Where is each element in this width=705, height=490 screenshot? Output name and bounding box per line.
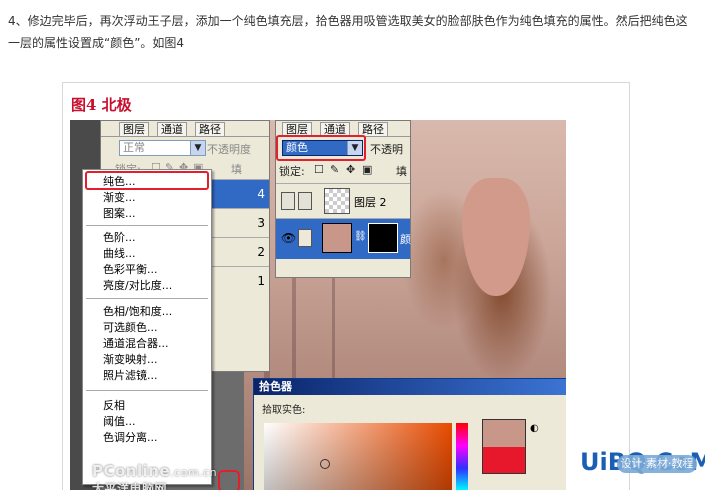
lock-brush-icon[interactable]: ✎ [330, 163, 339, 176]
visibility-toggle[interactable] [281, 192, 295, 210]
site-badge: 设计·素材·教程 [617, 455, 697, 473]
blend-mode-select[interactable]: 正常 ▼ [119, 140, 206, 156]
menu-item-hue-saturation[interactable]: 色相/饱和度... [103, 304, 172, 320]
layer-number: 3 [257, 216, 265, 230]
layer-number: 2 [257, 245, 265, 259]
intro-paragraph: 4、修边完毕后，再次浮动王子层，添加一个纯色填充层，拾色器用吸管选取美女的脸部肤… [8, 14, 688, 50]
menu-item-photo-filter[interactable]: 照片滤镜... [103, 368, 158, 384]
menu-item-channel-mixer[interactable]: 通道混合器... [103, 336, 169, 352]
lock-transparency-icon[interactable]: ☐ [314, 163, 324, 176]
dialog-title: 拾色器 [254, 379, 566, 395]
menu-separator [86, 390, 208, 391]
layer-name: 颜 [400, 233, 411, 246]
tab-layers[interactable]: 图层 [282, 122, 312, 136]
new-color-swatch [482, 419, 526, 449]
lock-label: 锁定: [279, 165, 305, 178]
eye-icon[interactable]: 👁 [281, 231, 296, 245]
mask-thumbnail [368, 223, 398, 253]
pick-solid-color-label: 拾取实色: [262, 405, 306, 416]
fill-label: 填 [396, 165, 407, 178]
highlight-box-blend-mode [276, 135, 366, 161]
menu-item-threshold[interactable]: 阈值... [103, 414, 136, 430]
tab-channels[interactable]: 通道 [320, 122, 350, 136]
tab-paths[interactable]: 路径 [195, 122, 225, 136]
layer-name: 图层 2 [354, 196, 387, 209]
blend-mode-value: 正常 [123, 141, 145, 154]
panel-tabs: 图层 通道 路径 [101, 121, 269, 137]
link-toggle[interactable] [298, 192, 312, 210]
figure-title: 图4 北极 [71, 96, 132, 114]
gamut-warning-icon[interactable]: ◐ [530, 423, 539, 434]
layer-thumbnail [324, 188, 350, 214]
figure-frame: 图4 北极 图层 通道 路径 正常 ▼ 不透明度 ☐ ✎ ✥ ▣ 填 4 3 2… [62, 82, 630, 490]
highlight-box-new-fill-icon [218, 470, 240, 490]
color-field[interactable] [264, 423, 452, 490]
hue-slider[interactable] [456, 423, 468, 490]
watermark-text: .com.cn [170, 466, 218, 479]
layer-row-color-fill[interactable]: 👁 ⛓ 颜 [276, 218, 411, 259]
color-picker-dialog: 拾色器 拾取实色: ◐ [253, 378, 566, 490]
menu-item-brightness-contrast[interactable]: 亮度/对比度... [103, 278, 172, 294]
lock-move-icon[interactable]: ✥ [346, 163, 355, 176]
adjustment-layer-menu: 纯色... 渐变... 图案... 色阶... 曲线... 色彩平衡... 亮度… [82, 169, 212, 485]
menu-item-selective-color[interactable]: 可选颜色... [103, 320, 158, 336]
tab-layers[interactable]: 图层 [119, 122, 149, 136]
menu-item-gradient-map[interactable]: 渐变映射... [103, 352, 158, 368]
tab-channels[interactable]: 通道 [157, 122, 187, 136]
layer-row-layer2[interactable]: 图层 2 [276, 183, 410, 218]
pconline-watermark: PConline.com.cn [92, 462, 217, 480]
chevron-down-icon[interactable]: ▼ [190, 141, 205, 155]
menu-item-curves[interactable]: 曲线... [103, 246, 136, 262]
old-color-swatch [482, 447, 526, 474]
fill-label: 填 [231, 163, 242, 176]
lock-all-icon[interactable]: ▣ [362, 163, 372, 176]
opacity-label: 不透明 [370, 143, 403, 156]
menu-item-levels[interactable]: 色阶... [103, 230, 136, 246]
photoshop-screenshot: 图层 通道 路径 正常 ▼ 不透明度 锁定: ☐ ✎ ✥ ▣ 填 4 3 [70, 120, 566, 490]
menu-item-color-balance[interactable]: 色彩平衡... [103, 262, 158, 278]
opacity-label: 不透明度 [207, 143, 251, 156]
color-fill-thumbnail [322, 223, 352, 253]
chain-icon: ⛓ [354, 231, 367, 242]
menu-separator [86, 298, 208, 299]
highlight-box-solid-color [85, 171, 209, 190]
layer-number: 1 [257, 274, 265, 288]
menu-item-posterize[interactable]: 色调分离... [103, 430, 158, 446]
watermark-text: PConline [92, 462, 171, 480]
link-toggle[interactable] [298, 229, 312, 247]
menu-item-gradient[interactable]: 渐变... [103, 190, 136, 206]
layer-number: 4 [257, 187, 265, 201]
menu-item-pattern[interactable]: 图案... [103, 206, 136, 222]
menu-separator [86, 225, 208, 226]
menu-item-invert[interactable]: 反相 [103, 398, 125, 414]
tab-paths[interactable]: 路径 [358, 122, 388, 136]
color-picker-cursor[interactable] [320, 459, 330, 469]
